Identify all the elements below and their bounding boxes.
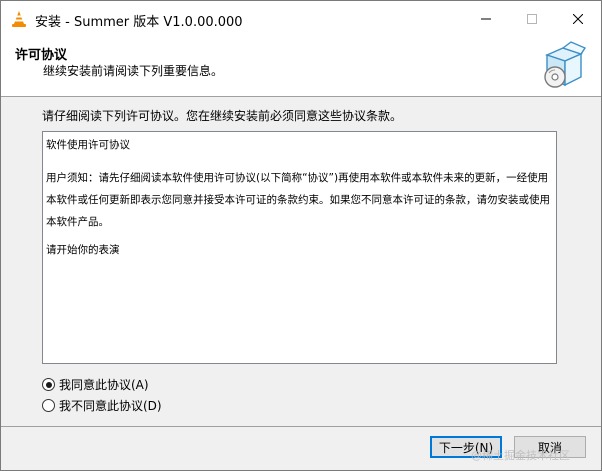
instruction-text: 请仔细阅读下列许可协议。您在继续安装前必须同意这些协议条款。 (42, 109, 403, 123)
maximize-button[interactable] (509, 1, 555, 37)
footer-separator (1, 426, 601, 427)
software-box-icon (544, 41, 587, 88)
maximize-icon (527, 14, 537, 24)
license-heading: 软件使用许可协议 (46, 139, 130, 151)
vlc-cone-icon (12, 11, 26, 27)
decline-option[interactable]: 我不同意此协议(D) (42, 397, 162, 414)
minimize-icon (481, 18, 491, 20)
decline-label[interactable]: 我不同意此协议(D) (59, 397, 162, 414)
title-bar: 安装 - Summer 版本 V1.0.00.000 (1, 1, 601, 37)
close-icon (573, 14, 583, 24)
license-paragraph: 用户须知：请先仔细阅读本软件使用许可协议(以下简称“协议”)再使用本软件或本软件… (46, 172, 550, 228)
close-button[interactable] (555, 1, 601, 37)
accept-label[interactable]: 我同意此协议(A) (59, 376, 149, 393)
license-closing: 请开始你的表演 (46, 244, 120, 256)
decline-radio[interactable] (42, 399, 55, 412)
page-subtitle: 继续安装前请阅读下列重要信息。 (43, 64, 224, 78)
license-text-area[interactable]: 软件使用许可协议 用户须知：请先仔细阅读本软件使用许可协议(以下简称“协议”)再… (42, 131, 557, 364)
accept-option[interactable]: 我同意此协议(A) (42, 376, 149, 393)
page-header: 许可协议 继续安装前请阅读下列重要信息。 (1, 37, 601, 97)
page-title: 许可协议 (15, 48, 68, 63)
window-title: 安装 - Summer 版本 V1.0.00.000 (35, 15, 243, 30)
watermark: @稀土掘金技术社区 (471, 449, 570, 462)
installer-window: 安装 - Summer 版本 V1.0.00.000 许可协议 继续安装前请阅读… (0, 0, 602, 471)
minimize-button[interactable] (463, 1, 509, 37)
accept-radio[interactable] (42, 378, 55, 391)
